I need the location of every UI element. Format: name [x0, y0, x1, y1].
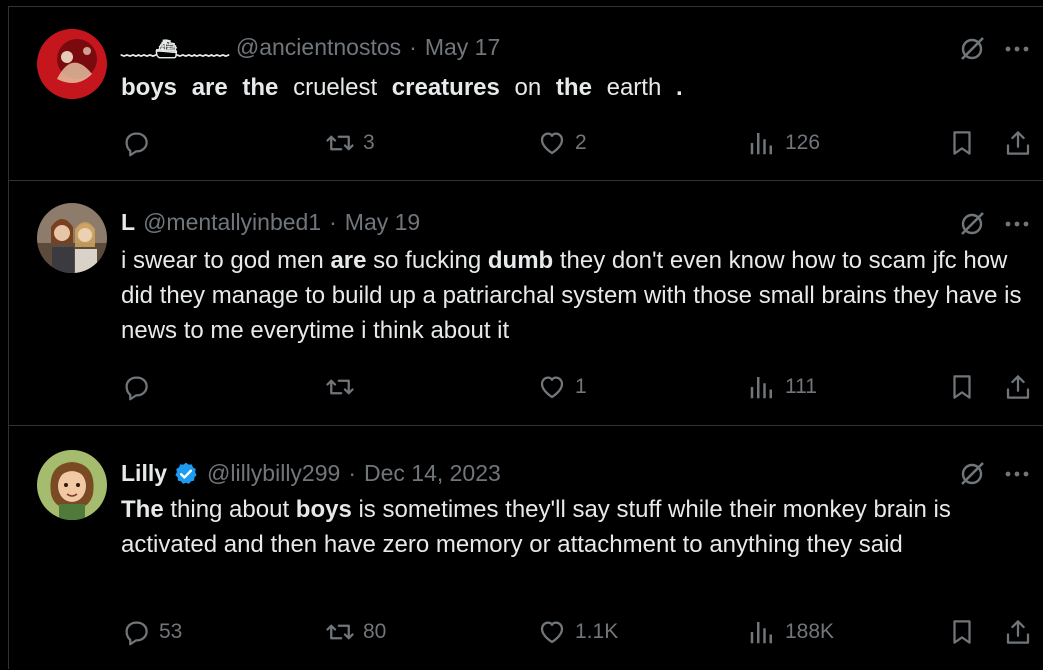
bookmark-button[interactable] — [947, 123, 977, 163]
text-segment: so fucking — [366, 247, 488, 274]
text-word: . — [675, 74, 683, 101]
action-bar: 1 111 — [121, 367, 1035, 407]
like-icon — [540, 621, 564, 644]
tweet-text: The thing about boys is sometimes they'l… — [121, 492, 1031, 562]
views-button[interactable]: 111 — [747, 367, 817, 407]
tweet-3[interactable]: Lilly @lillybilly299 · Dec 14, 2023 The … — [9, 426, 1043, 670]
repost-icon — [326, 379, 354, 395]
tweet-1[interactable]: ﹏﹏⛴﹏﹏﹏ @ancientnostos · May 17 boys are … — [9, 7, 1043, 181]
handle[interactable]: @mentallyinbed1 — [143, 209, 321, 236]
like-count: 2 — [575, 131, 587, 154]
repost-count: 80 — [363, 620, 387, 643]
tweet-2[interactable]: L @mentallyinbed1 · May 19 i swear to go… — [9, 181, 1043, 426]
like-button[interactable]: 1.1K — [537, 612, 618, 652]
repost-button[interactable]: 80 — [325, 612, 386, 652]
tweet-top-icons — [958, 210, 1030, 238]
reply-button[interactable] — [121, 123, 159, 163]
tweet-top-icons — [958, 35, 1030, 63]
more-icon[interactable] — [1004, 44, 1030, 54]
grok-icon[interactable] — [958, 210, 986, 238]
share-button[interactable] — [1003, 367, 1033, 407]
bookmark-button[interactable] — [947, 367, 977, 407]
share-icon — [1006, 375, 1030, 399]
reply-icon — [125, 621, 148, 646]
views-button[interactable]: 188K — [747, 612, 834, 652]
views-button[interactable]: 126 — [747, 123, 820, 163]
tweet-text: i swear to god men are so fucking dumb t… — [121, 243, 1031, 348]
repost-icon — [326, 135, 354, 151]
like-count: 1 — [575, 375, 587, 398]
timeline: ﹏﹏⛴﹏﹏﹏ @ancientnostos · May 17 boys are … — [8, 6, 1043, 669]
bookmark-icon — [953, 131, 971, 155]
like-count: 1.1K — [575, 620, 619, 643]
text-segment: dumb — [487, 247, 554, 274]
reply-count: 53 — [159, 620, 183, 643]
reply-button[interactable] — [121, 367, 159, 407]
share-icon — [1006, 620, 1030, 644]
text-word: are — [191, 74, 228, 101]
views-count: 188K — [785, 620, 835, 643]
handle[interactable]: @ancientnostos — [236, 34, 401, 61]
avatar[interactable] — [37, 450, 107, 520]
views-count: 126 — [785, 131, 821, 154]
tweet-top-icons — [958, 460, 1030, 488]
text-segment: The — [121, 496, 164, 523]
text-word: the — [555, 74, 592, 101]
grok-icon[interactable] — [958, 460, 986, 488]
action-bar: 53 80 1.1K 188K — [121, 612, 1035, 652]
repost-button[interactable]: 3 — [325, 123, 375, 163]
text-word: earth — [606, 74, 662, 101]
repost-button[interactable] — [325, 367, 363, 407]
verified-badge-icon — [175, 462, 197, 484]
like-button[interactable]: 2 — [537, 123, 587, 163]
separator-dot: · — [329, 209, 337, 235]
bookmark-button[interactable] — [947, 612, 977, 652]
text-segment: boys — [295, 496, 352, 523]
like-button[interactable]: 1 — [537, 367, 587, 407]
display-name[interactable]: ﹏﹏⛴﹏﹏﹏ — [121, 35, 229, 61]
text-segment: i swear to god men — [121, 247, 331, 274]
text-word: on — [514, 74, 542, 101]
timestamp[interactable]: May 17 — [425, 34, 500, 61]
separator-dot: · — [409, 34, 417, 60]
bookmark-icon — [953, 375, 971, 399]
bookmark-icon — [953, 620, 971, 644]
repost-icon — [326, 624, 354, 640]
tweet-text: boys are the cruelest creatures on the e… — [121, 70, 1031, 105]
share-button[interactable] — [1003, 123, 1033, 163]
reply-icon — [125, 376, 148, 401]
timestamp[interactable]: May 19 — [345, 209, 420, 236]
share-button[interactable] — [1003, 612, 1033, 652]
views-icon — [750, 622, 772, 644]
views-icon — [750, 133, 772, 155]
like-icon — [540, 132, 564, 155]
tweet-header: L @mentallyinbed1 · May 19 — [121, 209, 420, 236]
display-name[interactable]: Lilly — [121, 460, 167, 487]
avatar[interactable] — [37, 29, 107, 99]
text-segment: thing about — [163, 496, 296, 523]
share-icon — [1006, 131, 1030, 155]
text-word: the — [242, 74, 279, 101]
more-icon[interactable] — [1004, 219, 1030, 229]
tweet-header: Lilly @lillybilly299 · Dec 14, 2023 — [121, 460, 501, 487]
action-bar: 3 2 126 — [121, 123, 1035, 163]
handle[interactable]: @lillybilly299 — [207, 460, 340, 487]
timestamp[interactable]: Dec 14, 2023 — [364, 460, 501, 487]
separator-dot: · — [348, 460, 356, 486]
text-word: boys — [121, 74, 178, 101]
reply-icon — [125, 132, 148, 157]
text-word: cruelest — [293, 74, 378, 101]
tweet-header: ﹏﹏⛴﹏﹏﹏ @ancientnostos · May 17 — [121, 34, 500, 61]
like-icon — [540, 376, 564, 399]
more-icon[interactable] — [1004, 469, 1030, 479]
reply-button[interactable]: 53 — [121, 612, 182, 652]
repost-count: 3 — [363, 131, 375, 154]
grok-icon[interactable] — [958, 35, 986, 63]
text-word: creatures — [391, 74, 500, 101]
views-count: 111 — [785, 375, 817, 398]
avatar[interactable] — [37, 203, 107, 273]
text-segment: are — [330, 247, 367, 274]
views-icon — [750, 377, 772, 399]
display-name[interactable]: L — [121, 209, 135, 236]
